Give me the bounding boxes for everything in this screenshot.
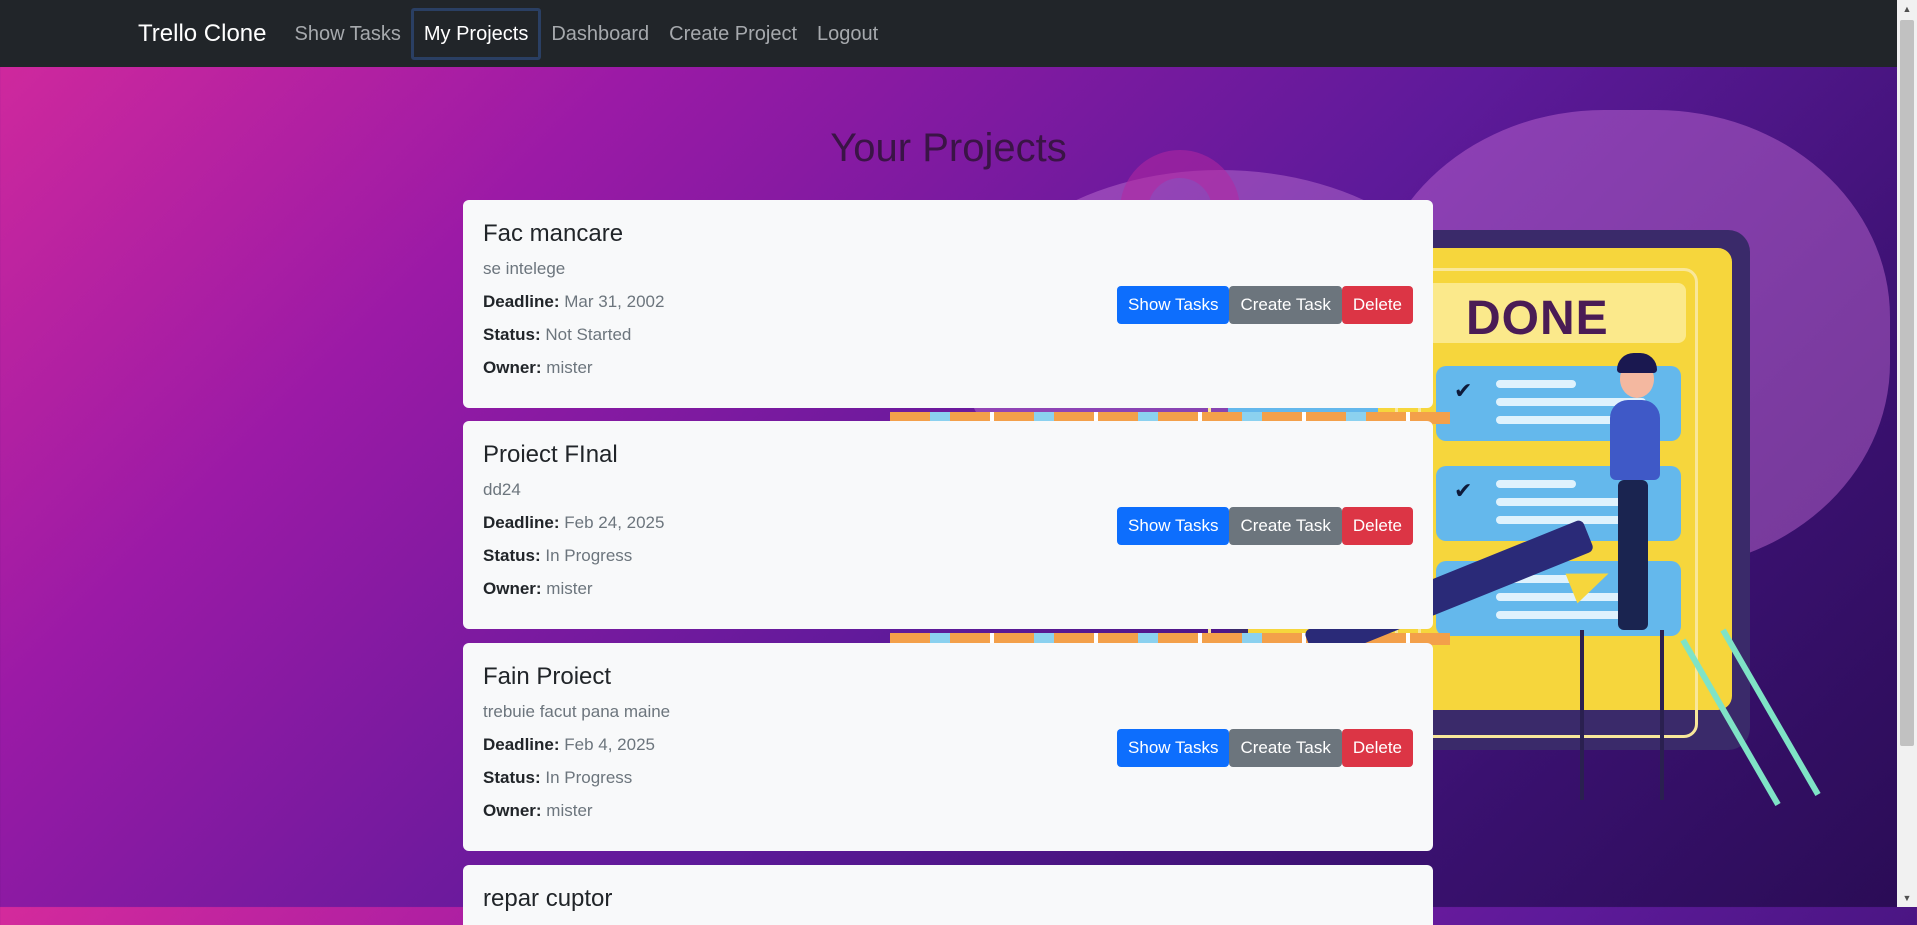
project-description: trebuie facut pana maine [483, 702, 671, 721]
delete-button[interactable]: Delete [1341, 286, 1413, 324]
nav-my-projects[interactable]: My Projects [410, 7, 542, 60]
project-status: Status: In Progress [483, 546, 633, 565]
create-task-button[interactable]: Create Task [1229, 286, 1342, 324]
delete-button[interactable]: Delete [1341, 507, 1413, 545]
checkmark-icon: ✔ [1454, 573, 1473, 598]
nav-create-project[interactable]: Create Project [659, 8, 807, 60]
background-blob [1370, 110, 1890, 570]
scroll-down-arrow-icon[interactable]: ▼ [1897, 889, 1917, 907]
scroll-up-arrow-icon[interactable]: ▲ [1897, 0, 1917, 18]
project-name: repar cuptor [483, 885, 613, 912]
person-illustration [1610, 400, 1660, 480]
vertical-scrollbar[interactable]: ▲ ▼ [1897, 0, 1917, 907]
project-deadline: Deadline: Mar 31, 2002 [483, 292, 665, 311]
project-card: Fain Proiect trebuie facut pana maine De… [463, 643, 1433, 851]
board-column-done: DONE ✔ ✔ ✔ [1418, 268, 1698, 738]
ladder-illustration [1680, 638, 1781, 807]
project-card: Fac mancare se intelege Deadline: Mar 31… [463, 200, 1433, 408]
project-deadline: Deadline: Feb 24, 2025 [483, 513, 665, 532]
page-title: Your Projects [830, 126, 1067, 170]
project-description: se intelege [483, 259, 566, 278]
checkmark-icon: ✔ [1454, 478, 1473, 503]
board-card: ✔ [1436, 366, 1681, 441]
show-tasks-button[interactable]: Show Tasks [1117, 286, 1230, 324]
project-name: Fain Proiect [483, 663, 612, 690]
board-card: ✔ [1436, 466, 1681, 541]
nav-dashboard[interactable]: Dashboard [541, 8, 659, 60]
delete-button[interactable]: Delete [1341, 729, 1413, 767]
checkmark-icon: ✔ [1454, 378, 1473, 403]
project-owner: Owner: mister [483, 358, 593, 377]
board-column-done-label: DONE [1466, 292, 1609, 345]
project-status: Status: In Progress [483, 768, 633, 787]
project-name: Fac mancare [483, 220, 624, 247]
show-tasks-button[interactable]: Show Tasks [1117, 729, 1230, 767]
top-navbar: Trello Clone Show Tasks My Projects Dash… [0, 0, 1897, 67]
project-description: dd24 [483, 480, 521, 499]
project-name: Proiect FInal [483, 441, 618, 468]
create-task-button[interactable]: Create Task [1229, 729, 1342, 767]
board-card: ✔ [1436, 561, 1681, 636]
project-card: repar cuptor [463, 865, 1433, 925]
project-actions: Show Tasks Create Task Delete [1117, 286, 1413, 324]
project-actions: Show Tasks Create Task Delete [1117, 507, 1413, 545]
project-status: Status: Not Started [483, 325, 632, 344]
brand-logo[interactable]: Trello Clone [138, 20, 267, 48]
project-owner: Owner: mister [483, 801, 593, 820]
nav-logout[interactable]: Logout [807, 8, 888, 60]
scrollbar-thumb[interactable] [1900, 20, 1914, 746]
nav-show-tasks[interactable]: Show Tasks [285, 8, 411, 60]
project-card: Proiect FInal dd24 Deadline: Feb 24, 202… [463, 421, 1433, 629]
create-task-button[interactable]: Create Task [1229, 507, 1342, 545]
project-deadline: Deadline: Feb 4, 2025 [483, 735, 656, 754]
project-owner: Owner: mister [483, 579, 593, 598]
project-actions: Show Tasks Create Task Delete [1117, 729, 1413, 767]
show-tasks-button[interactable]: Show Tasks [1117, 507, 1230, 545]
